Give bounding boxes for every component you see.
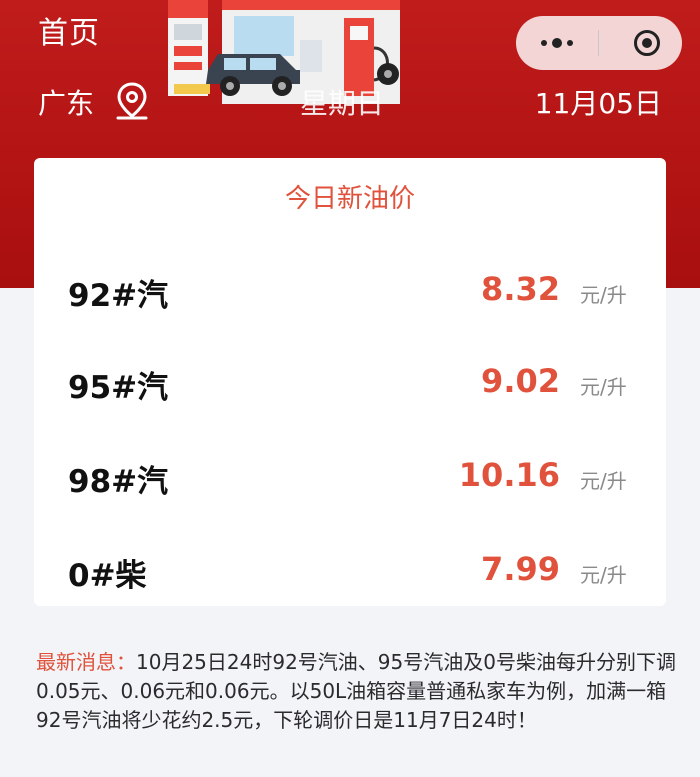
location-pin-icon[interactable] — [112, 80, 152, 122]
price-row-92: 92#汽 8.32 元/升 — [34, 260, 666, 320]
fuel-name: 92#汽 — [68, 278, 169, 314]
news-label: 最新消息： — [36, 650, 136, 674]
miniprogram-capsule — [516, 16, 682, 70]
price-row-0-diesel: 0#柴 7.99 元/升 — [34, 540, 666, 600]
fuel-unit: 元/升 — [580, 375, 627, 399]
fuel-price: 10.16 — [458, 456, 560, 494]
price-row-95: 95#汽 9.02 元/升 — [34, 352, 666, 412]
more-dots-icon[interactable] — [516, 16, 598, 70]
capsule-divider — [598, 30, 599, 56]
province-label[interactable]: 广东 — [38, 82, 94, 122]
card-title: 今日新油价 — [284, 184, 415, 214]
weekday-label: 星期日 — [300, 87, 385, 120]
fuel-unit: 元/升 — [580, 283, 627, 307]
fuel-unit: 元/升 — [580, 563, 627, 587]
date-label: 11月05日 — [534, 87, 662, 120]
fuel-unit: 元/升 — [580, 469, 627, 493]
price-row-98: 98#汽 10.16 元/升 — [34, 446, 666, 506]
fuel-name: 98#汽 — [68, 464, 169, 500]
close-miniprogram-icon[interactable] — [634, 30, 660, 56]
page-title: 首页 — [38, 16, 100, 51]
fuel-price: 8.32 — [481, 270, 560, 308]
fuel-name: 0#柴 — [68, 558, 147, 594]
fuel-price: 9.02 — [481, 362, 560, 400]
price-card: 今日新油价 92#汽 8.32 元/升 95#汽 9.02 元/升 98#汽 1… — [34, 158, 666, 606]
fuel-price: 7.99 — [481, 550, 560, 588]
fuel-name: 95#汽 — [68, 370, 169, 406]
news-notice: 最新消息：10月25日24时92号汽油、95号汽油及0号柴油每升分别下调0.05… — [36, 648, 676, 735]
